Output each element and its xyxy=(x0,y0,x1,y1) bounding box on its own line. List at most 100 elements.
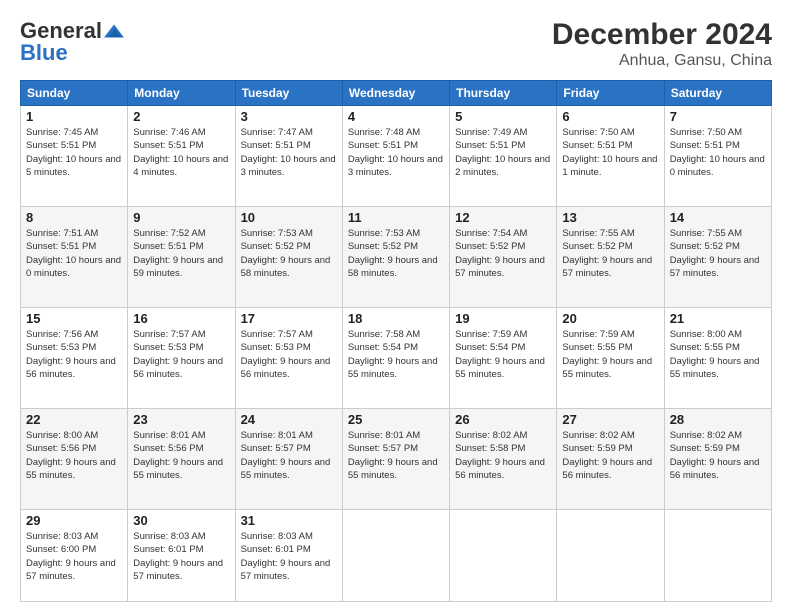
calendar-cell: 5 Sunrise: 7:49 AMSunset: 5:51 PMDaylight… xyxy=(450,106,557,207)
calendar-cell: 29 Sunrise: 8:03 AMSunset: 6:00 PMDayligh… xyxy=(21,510,128,602)
day-number: 29 xyxy=(26,513,122,528)
calendar-cell: 12Sunrise: 7:54 AMSunset: 5:52 PMDayligh… xyxy=(450,207,557,308)
day-detail: Sunrise: 7:53 AMSunset: 5:52 PMDaylight:… xyxy=(348,227,444,280)
calendar-cell: 15Sunrise: 7:56 AMSunset: 5:53 PMDayligh… xyxy=(21,308,128,409)
day-detail: Sunrise: 7:45 AMSunset: 5:51 PMDaylight:… xyxy=(26,126,122,179)
day-number: 19 xyxy=(455,311,551,326)
calendar-cell: 16Sunrise: 7:57 AMSunset: 5:53 PMDayligh… xyxy=(128,308,235,409)
calendar-title: December 2024 xyxy=(552,18,772,52)
calendar-cell: 4 Sunrise: 7:48 AMSunset: 5:51 PMDaylight… xyxy=(342,106,449,207)
calendar-cell: 1 Sunrise: 7:45 AMSunset: 5:51 PMDaylight… xyxy=(21,106,128,207)
col-header-friday: Friday xyxy=(557,81,664,106)
day-detail: Sunrise: 7:57 AMSunset: 5:53 PMDaylight:… xyxy=(241,328,337,381)
calendar-header-row: SundayMondayTuesdayWednesdayThursdayFrid… xyxy=(21,81,772,106)
header: General Blue December 2024 Anhua, Gansu,… xyxy=(20,18,772,70)
day-detail: Sunrise: 7:59 AMSunset: 5:54 PMDaylight:… xyxy=(455,328,551,381)
calendar-week-row: 29 Sunrise: 8:03 AMSunset: 6:00 PMDayligh… xyxy=(21,510,772,602)
day-detail: Sunrise: 7:47 AMSunset: 5:51 PMDaylight:… xyxy=(241,126,337,179)
day-detail: Sunrise: 7:50 AMSunset: 5:51 PMDaylight:… xyxy=(562,126,658,179)
col-header-thursday: Thursday xyxy=(450,81,557,106)
calendar-subtitle: Anhua, Gansu, China xyxy=(552,52,772,70)
calendar-week-row: 8 Sunrise: 7:51 AMSunset: 5:51 PMDaylight… xyxy=(21,207,772,308)
calendar-cell xyxy=(342,510,449,602)
day-detail: Sunrise: 7:46 AMSunset: 5:51 PMDaylight:… xyxy=(133,126,229,179)
day-detail: Sunrise: 7:55 AMSunset: 5:52 PMDaylight:… xyxy=(562,227,658,280)
day-detail: Sunrise: 7:52 AMSunset: 5:51 PMDaylight:… xyxy=(133,227,229,280)
col-header-wednesday: Wednesday xyxy=(342,81,449,106)
day-number: 16 xyxy=(133,311,229,326)
day-number: 22 xyxy=(26,412,122,427)
day-detail: Sunrise: 7:59 AMSunset: 5:55 PMDaylight:… xyxy=(562,328,658,381)
day-number: 25 xyxy=(348,412,444,427)
day-detail: Sunrise: 7:55 AMSunset: 5:52 PMDaylight:… xyxy=(670,227,766,280)
day-number: 24 xyxy=(241,412,337,427)
day-number: 6 xyxy=(562,109,658,124)
day-number: 17 xyxy=(241,311,337,326)
day-detail: Sunrise: 7:53 AMSunset: 5:52 PMDaylight:… xyxy=(241,227,337,280)
calendar-cell: 17 Sunrise: 7:57 AMSunset: 5:53 PMDayligh… xyxy=(235,308,342,409)
day-number: 13 xyxy=(562,210,658,225)
day-number: 15 xyxy=(26,311,122,326)
logo-blue: Blue xyxy=(20,40,68,65)
day-detail: Sunrise: 7:49 AMSunset: 5:51 PMDaylight:… xyxy=(455,126,551,179)
calendar-table: SundayMondayTuesdayWednesdayThursdayFrid… xyxy=(20,80,772,602)
calendar-cell xyxy=(557,510,664,602)
page: General Blue December 2024 Anhua, Gansu,… xyxy=(0,0,792,612)
day-detail: Sunrise: 7:51 AMSunset: 5:51 PMDaylight:… xyxy=(26,227,122,280)
day-number: 18 xyxy=(348,311,444,326)
day-number: 30 xyxy=(133,513,229,528)
calendar-cell: 21 Sunrise: 8:00 AMSunset: 5:55 PMDayligh… xyxy=(664,308,771,409)
day-number: 2 xyxy=(133,109,229,124)
day-detail: Sunrise: 8:02 AMSunset: 5:59 PMDaylight:… xyxy=(562,429,658,482)
calendar-cell: 25 Sunrise: 8:01 AMSunset: 5:57 PMDayligh… xyxy=(342,409,449,510)
day-detail: Sunrise: 8:01 AMSunset: 5:57 PMDaylight:… xyxy=(348,429,444,482)
calendar-cell: 6 Sunrise: 7:50 AMSunset: 5:51 PMDaylight… xyxy=(557,106,664,207)
calendar-cell: 7 Sunrise: 7:50 AMSunset: 5:51 PMDaylight… xyxy=(664,106,771,207)
day-detail: Sunrise: 8:00 AMSunset: 5:55 PMDaylight:… xyxy=(670,328,766,381)
calendar-cell: 2 Sunrise: 7:46 AMSunset: 5:51 PMDaylight… xyxy=(128,106,235,207)
day-number: 7 xyxy=(670,109,766,124)
day-detail: Sunrise: 8:03 AMSunset: 6:01 PMDaylight:… xyxy=(133,530,229,583)
day-number: 9 xyxy=(133,210,229,225)
calendar-week-row: 15Sunrise: 7:56 AMSunset: 5:53 PMDayligh… xyxy=(21,308,772,409)
day-number: 26 xyxy=(455,412,551,427)
day-detail: Sunrise: 8:00 AMSunset: 5:56 PMDaylight:… xyxy=(26,429,122,482)
calendar-cell: 13 Sunrise: 7:55 AMSunset: 5:52 PMDayligh… xyxy=(557,207,664,308)
calendar-cell: 24 Sunrise: 8:01 AMSunset: 5:57 PMDayligh… xyxy=(235,409,342,510)
calendar-cell: 31Sunrise: 8:03 AMSunset: 6:01 PMDayligh… xyxy=(235,510,342,602)
day-number: 23 xyxy=(133,412,229,427)
day-number: 4 xyxy=(348,109,444,124)
calendar-week-row: 22 Sunrise: 8:00 AMSunset: 5:56 PMDayligh… xyxy=(21,409,772,510)
day-number: 1 xyxy=(26,109,122,124)
calendar-week-row: 1 Sunrise: 7:45 AMSunset: 5:51 PMDaylight… xyxy=(21,106,772,207)
calendar-cell: 18 Sunrise: 7:58 AMSunset: 5:54 PMDayligh… xyxy=(342,308,449,409)
day-number: 27 xyxy=(562,412,658,427)
col-header-tuesday: Tuesday xyxy=(235,81,342,106)
day-number: 20 xyxy=(562,311,658,326)
day-detail: Sunrise: 8:03 AMSunset: 6:00 PMDaylight:… xyxy=(26,530,122,583)
day-number: 14 xyxy=(670,210,766,225)
day-number: 12 xyxy=(455,210,551,225)
col-header-sunday: Sunday xyxy=(21,81,128,106)
day-number: 11 xyxy=(348,210,444,225)
day-detail: Sunrise: 8:02 AMSunset: 5:58 PMDaylight:… xyxy=(455,429,551,482)
col-header-saturday: Saturday xyxy=(664,81,771,106)
day-number: 21 xyxy=(670,311,766,326)
calendar-cell: 22 Sunrise: 8:00 AMSunset: 5:56 PMDayligh… xyxy=(21,409,128,510)
day-number: 3 xyxy=(241,109,337,124)
calendar-cell: 3 Sunrise: 7:47 AMSunset: 5:51 PMDaylight… xyxy=(235,106,342,207)
day-number: 8 xyxy=(26,210,122,225)
day-detail: Sunrise: 8:02 AMSunset: 5:59 PMDaylight:… xyxy=(670,429,766,482)
logo: General Blue xyxy=(20,18,124,66)
day-detail: Sunrise: 8:01 AMSunset: 5:57 PMDaylight:… xyxy=(241,429,337,482)
day-detail: Sunrise: 7:48 AMSunset: 5:51 PMDaylight:… xyxy=(348,126,444,179)
day-detail: Sunrise: 7:50 AMSunset: 5:51 PMDaylight:… xyxy=(670,126,766,179)
calendar-cell: 10Sunrise: 7:53 AMSunset: 5:52 PMDayligh… xyxy=(235,207,342,308)
day-detail: Sunrise: 8:01 AMSunset: 5:56 PMDaylight:… xyxy=(133,429,229,482)
day-number: 5 xyxy=(455,109,551,124)
day-detail: Sunrise: 7:58 AMSunset: 5:54 PMDaylight:… xyxy=(348,328,444,381)
calendar-cell: 20 Sunrise: 7:59 AMSunset: 5:55 PMDayligh… xyxy=(557,308,664,409)
calendar-cell xyxy=(664,510,771,602)
day-number: 31 xyxy=(241,513,337,528)
calendar-cell: 23 Sunrise: 8:01 AMSunset: 5:56 PMDayligh… xyxy=(128,409,235,510)
